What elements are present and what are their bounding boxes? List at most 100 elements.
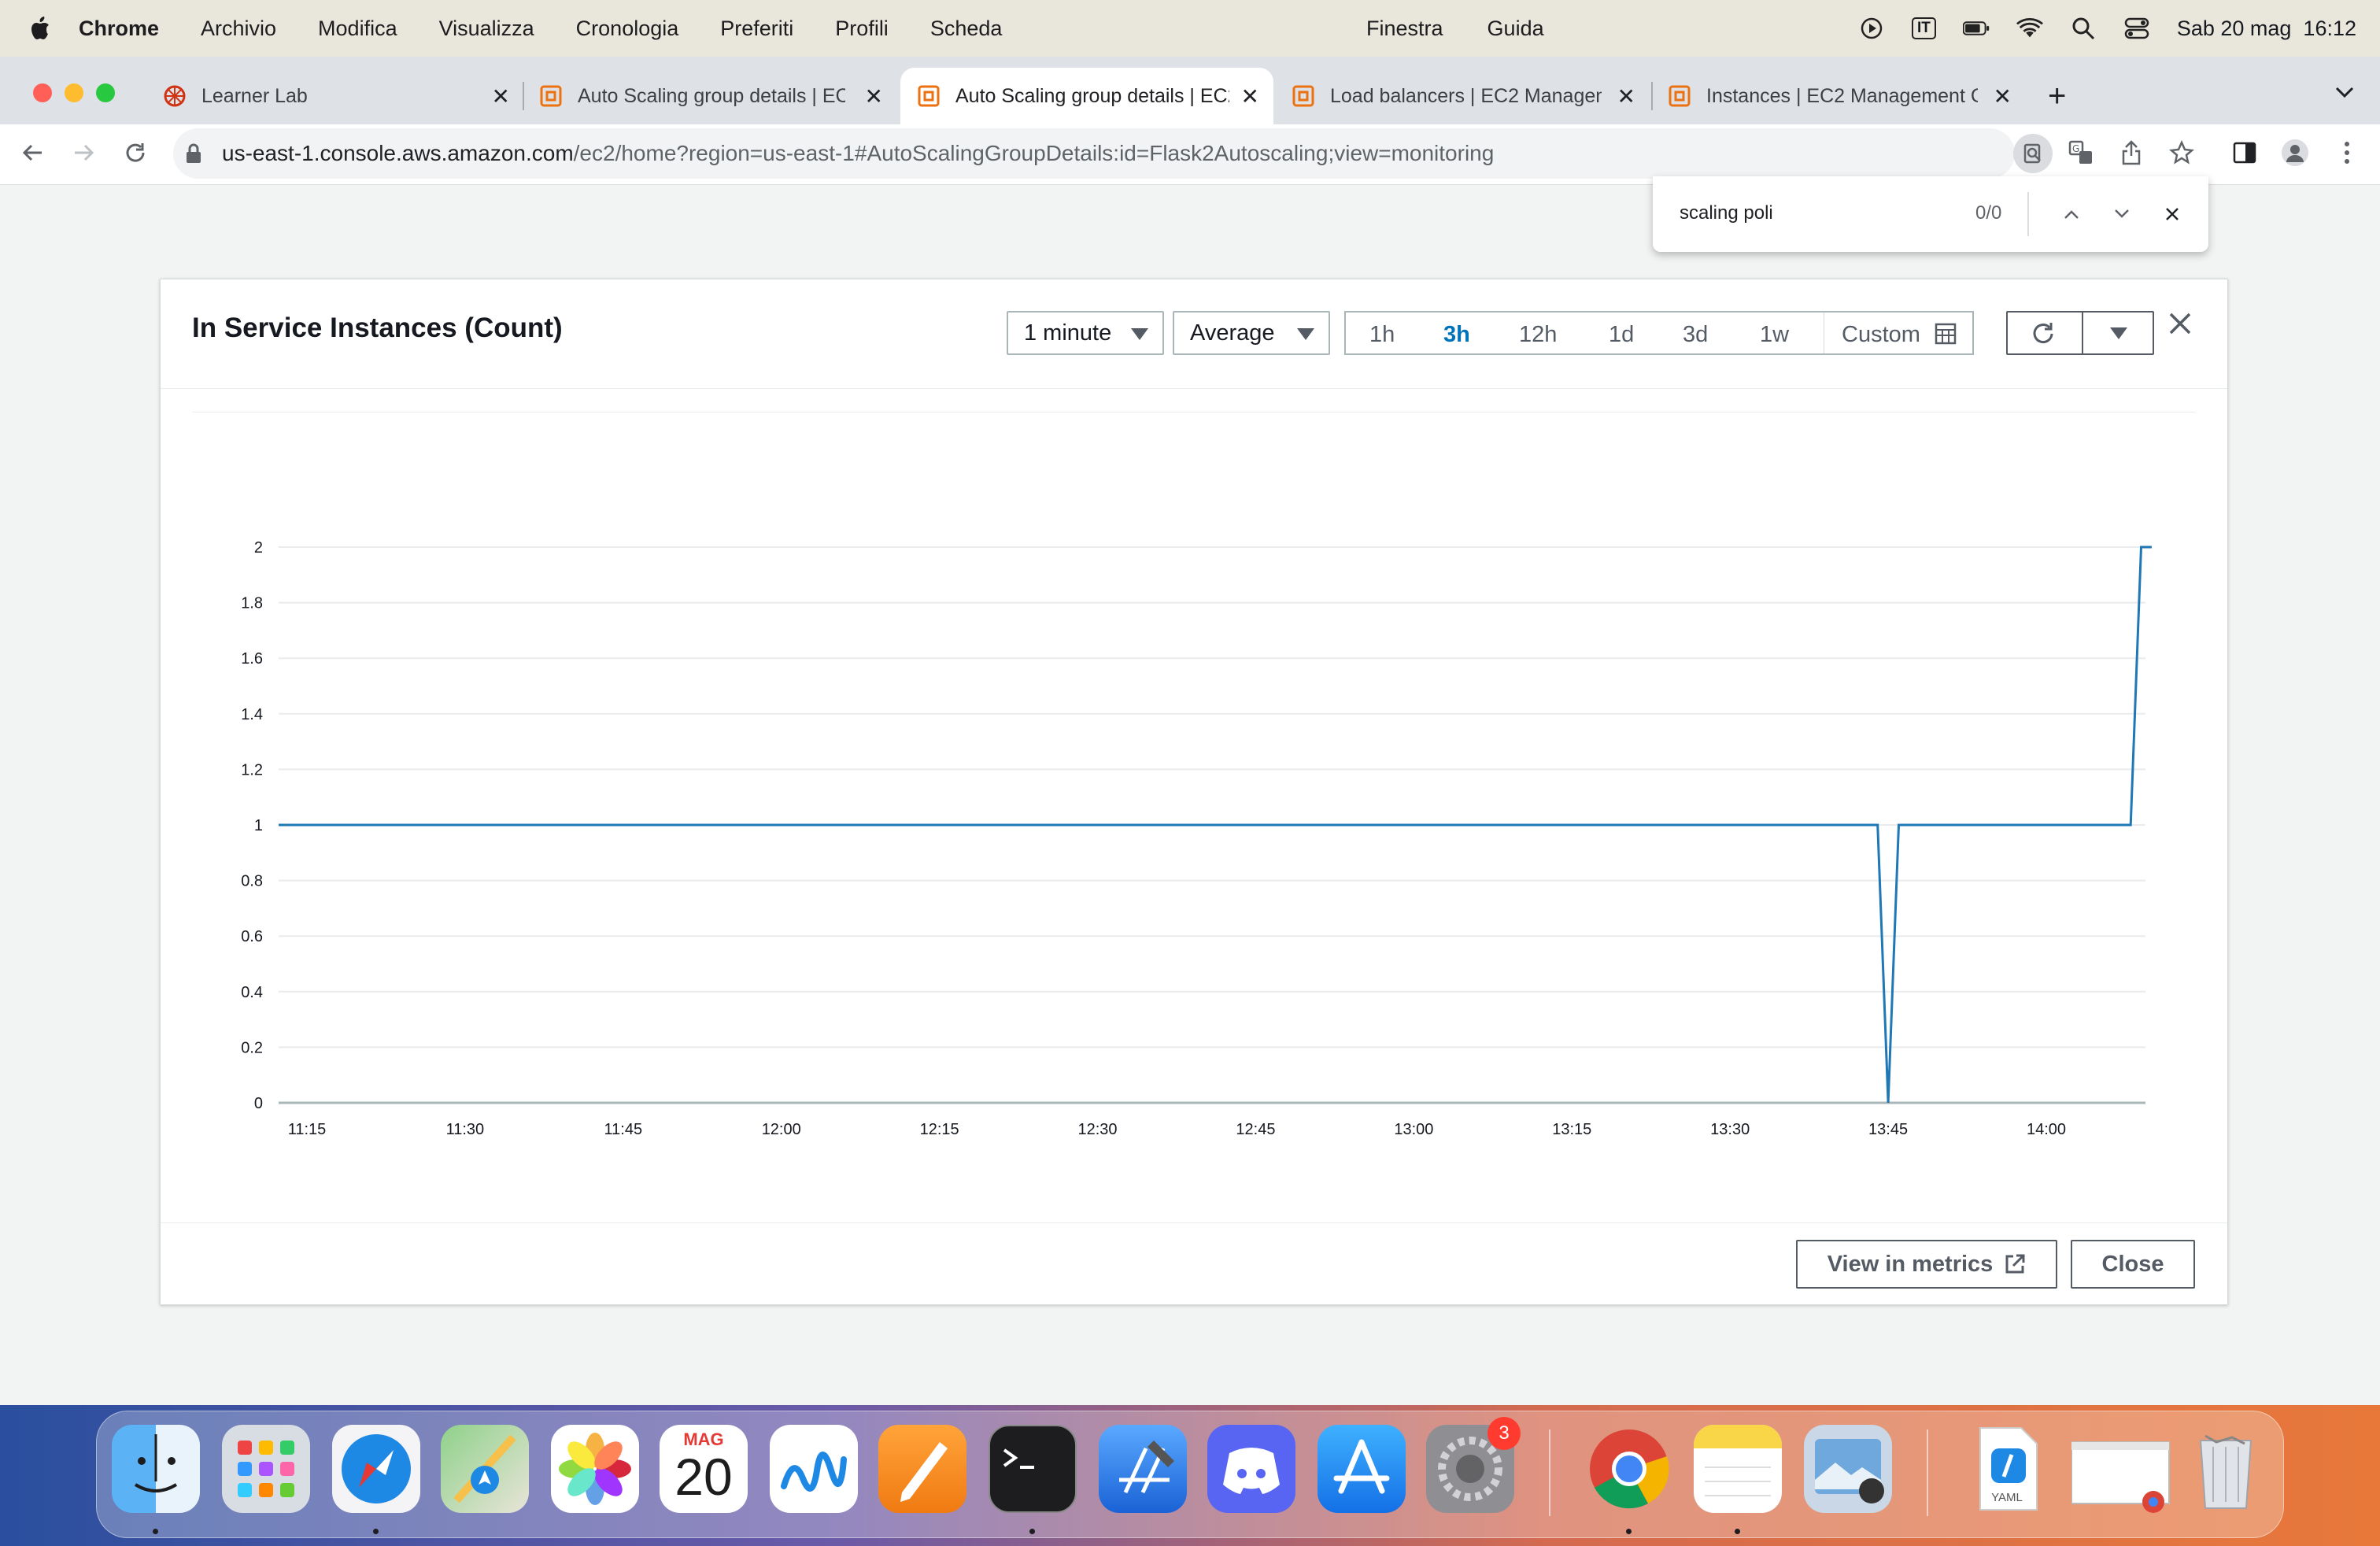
find-divider <box>2027 192 2029 236</box>
bookmark-star-icon[interactable] <box>2166 137 2197 168</box>
tab-instances[interactable]: Instances | EC2 Management Console ✕ <box>1669 68 2012 124</box>
input-source-indicator[interactable]: IT <box>1911 17 1936 39</box>
y-tick-label: 2 <box>254 539 263 557</box>
menu-guida[interactable]: Guida <box>1488 17 1544 41</box>
menubar-clock[interactable]: Sab 20 mag 16:12 <box>2177 17 2356 41</box>
freeform-icon[interactable] <box>770 1425 858 1513</box>
y-tick-label: 1.8 <box>241 595 263 612</box>
find-bar: scaling poli 0/0 <box>1653 176 2208 252</box>
tab-close-icon[interactable]: ✕ <box>1994 83 2012 109</box>
x-tick-label: 12:15 <box>920 1121 959 1138</box>
control-center-icon[interactable] <box>2123 15 2150 42</box>
tab-divider <box>523 82 524 110</box>
maps-icon[interactable] <box>441 1425 529 1513</box>
close-button[interactable]: Close <box>2071 1240 2195 1289</box>
finder-icon[interactable] <box>112 1425 200 1513</box>
reload-icon[interactable] <box>120 137 151 168</box>
side-panel-icon[interactable] <box>2229 137 2260 168</box>
new-tab-button[interactable]: + <box>2048 79 2066 114</box>
tab-search-icon[interactable] <box>2334 85 2355 103</box>
view-in-metrics-button[interactable]: View in metrics <box>1796 1240 2057 1289</box>
dock-divider <box>1549 1429 1550 1516</box>
profile-avatar-icon[interactable] <box>2279 137 2311 168</box>
metric-modal: In Service Instances (Count) 1 minute Av… <box>160 279 2228 1305</box>
tab-learner-lab[interactable]: Learner Lab ✕ <box>164 68 510 124</box>
lock-icon[interactable] <box>184 142 203 165</box>
window-minimize-button[interactable] <box>65 83 83 102</box>
apple-icon[interactable] <box>30 17 50 40</box>
preview-icon[interactable] <box>1804 1425 1892 1513</box>
terminal-icon[interactable] <box>989 1425 1077 1513</box>
tab-close-icon[interactable]: ✕ <box>865 83 883 109</box>
url-domain: us-east-1.console.aws.amazon.com <box>222 141 574 165</box>
address-bar[interactable]: us-east-1.console.aws.amazon.com/ec2/hom… <box>173 128 2015 179</box>
spotlight-search-icon[interactable] <box>2070 15 2097 42</box>
find-in-page-icon[interactable] <box>2013 134 2053 173</box>
tab-auto-scaling-active[interactable]: Auto Scaling group details | EC2 ✕ <box>900 68 1273 124</box>
menu-archivio[interactable]: Archivio <box>201 17 276 41</box>
launchpad-icon[interactable] <box>222 1425 310 1513</box>
notes-icon[interactable] <box>1694 1425 1782 1513</box>
system-settings-icon[interactable]: 3 <box>1426 1417 1521 1513</box>
tab-auto-scaling-1[interactable]: Auto Scaling group details | EC2 ✕ <box>540 68 883 124</box>
app-store-icon[interactable] <box>1318 1425 1406 1513</box>
menu-visualizza[interactable]: Visualizza <box>439 17 534 41</box>
tab-divider <box>1651 82 1653 110</box>
safari-icon[interactable] <box>332 1425 420 1513</box>
menu-preferiti[interactable]: Preferiti <box>720 17 793 41</box>
back-icon[interactable] <box>17 137 49 168</box>
wifi-icon[interactable] <box>2016 15 2043 42</box>
menu-profili[interactable]: Profili <box>835 17 889 41</box>
chrome-window-icon[interactable] <box>2071 1425 2170 1513</box>
tab-load-balancers[interactable]: Load balancers | EC2 Management ✕ <box>1292 68 1635 124</box>
tab-title: Auto Scaling group details | EC2 <box>955 84 1229 107</box>
menu-cronologia[interactable]: Cronologia <box>576 17 679 41</box>
find-close-icon[interactable] <box>2155 197 2190 231</box>
find-next-icon[interactable] <box>2105 197 2139 231</box>
aws-ec2-icon <box>1292 85 1314 107</box>
share-icon[interactable] <box>2116 137 2147 168</box>
chrome-icon[interactable] <box>1585 1425 1673 1513</box>
xcode-icon[interactable] <box>1099 1425 1187 1513</box>
menu-scheda[interactable]: Scheda <box>930 17 1003 41</box>
play-icon[interactable] <box>1858 15 1885 42</box>
calendar-day: 20 <box>674 1448 733 1506</box>
x-tick-label: 13:45 <box>1868 1121 1908 1138</box>
dock-divider <box>1927 1429 1928 1516</box>
discord-icon[interactable] <box>1207 1425 1295 1513</box>
find-previous-icon[interactable] <box>2054 197 2089 231</box>
tab-close-icon[interactable]: ✕ <box>492 83 510 109</box>
chrome-menu-icon[interactable] <box>2331 137 2363 168</box>
tab-close-icon[interactable]: ✕ <box>1617 83 1635 109</box>
window-zoom-button[interactable] <box>96 83 115 102</box>
running-indicator <box>1626 1529 1632 1534</box>
learner-lab-icon <box>164 85 186 107</box>
forward-icon[interactable] <box>68 137 99 168</box>
menu-modifica[interactable]: Modifica <box>318 17 397 41</box>
battery-icon[interactable] <box>1962 15 1990 42</box>
x-tick-label: 11:30 <box>446 1121 485 1138</box>
trash-icon[interactable] <box>2182 1425 2270 1513</box>
x-tick-label: 12:45 <box>1236 1121 1275 1138</box>
menu-app-name[interactable]: Chrome <box>79 17 159 41</box>
aws-ec2-icon <box>1669 85 1691 107</box>
find-input[interactable]: scaling poli <box>1680 202 1773 224</box>
x-tick-label: 13:15 <box>1552 1121 1591 1138</box>
notification-badge: 3 <box>1488 1417 1521 1450</box>
url-text[interactable]: us-east-1.console.aws.amazon.com/ec2/hom… <box>222 141 1494 166</box>
translate-icon[interactable]: G <box>2065 137 2097 168</box>
footer-divider <box>161 1222 2227 1223</box>
running-indicator <box>373 1529 379 1534</box>
external-link-icon <box>2005 1254 2025 1274</box>
tab-close-icon[interactable]: ✕ <box>1241 83 1259 109</box>
svg-text:G: G <box>2072 143 2079 154</box>
calendar-icon[interactable]: MAG 20 <box>660 1425 748 1513</box>
tab-title: Learner Lab <box>201 84 308 107</box>
window-close-button[interactable] <box>33 83 52 102</box>
pages-icon[interactable] <box>878 1425 966 1513</box>
y-tick-label: 0.8 <box>241 873 263 890</box>
menu-finestra[interactable]: Finestra <box>1366 17 1443 41</box>
x-tick-label: 14:00 <box>2027 1121 2066 1138</box>
photos-icon[interactable] <box>551 1425 639 1513</box>
yaml-file-icon[interactable]: YAML <box>1963 1425 2051 1513</box>
